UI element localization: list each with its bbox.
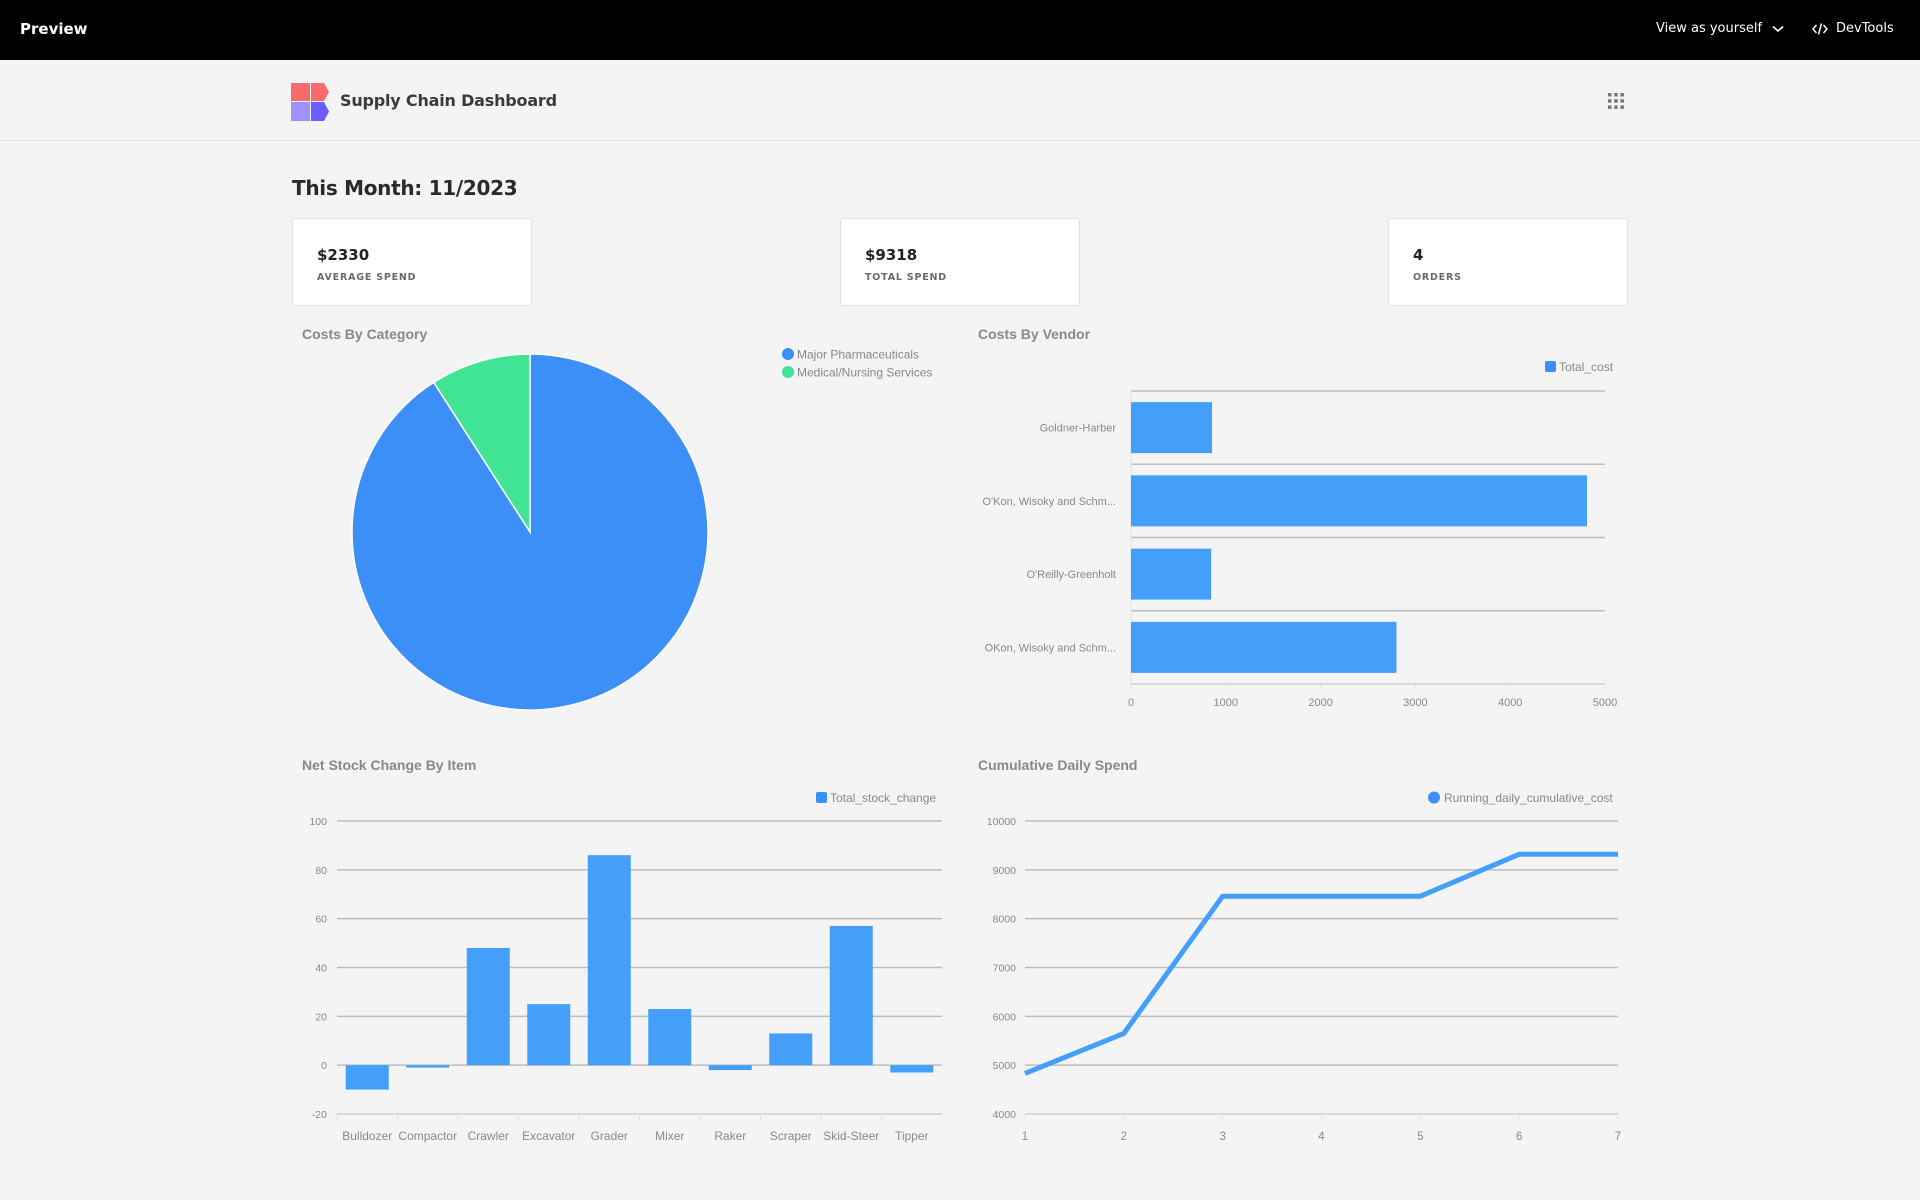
x-tick-label: 2000 bbox=[1308, 697, 1332, 709]
x-tick-label: 3 bbox=[1219, 1131, 1225, 1143]
bar bbox=[1131, 475, 1587, 527]
y-tick-label: OKon, Wisoky and Schm... bbox=[985, 642, 1116, 654]
bar bbox=[708, 1065, 752, 1071]
x-tick-label: Mixer bbox=[655, 1129, 684, 1143]
legend-label: Major Pharmaceuticals bbox=[797, 348, 919, 362]
y-tick-label: 4000 bbox=[993, 1109, 1017, 1121]
legend-swatch bbox=[782, 366, 794, 378]
y-tick-label: 20 bbox=[315, 1011, 327, 1023]
x-tick-label: Grader bbox=[591, 1129, 628, 1143]
y-tick-label: O'Reilly-Greenholt bbox=[1026, 569, 1116, 581]
y-tick-label: 7000 bbox=[993, 963, 1017, 975]
y-tick-label: 10000 bbox=[987, 816, 1016, 828]
bar bbox=[1131, 548, 1212, 600]
legend-swatch bbox=[782, 348, 794, 360]
x-tick-label: 6 bbox=[1516, 1131, 1522, 1143]
x-tick-label: 1 bbox=[1022, 1131, 1028, 1143]
legend-swatch bbox=[1545, 361, 1556, 372]
x-tick-label: 5 bbox=[1417, 1131, 1423, 1143]
bar bbox=[648, 1009, 692, 1066]
x-tick-label: Bulldozer bbox=[342, 1129, 392, 1143]
legend-swatch bbox=[1428, 791, 1440, 804]
bar bbox=[769, 1033, 813, 1066]
y-tick-label: 40 bbox=[315, 963, 327, 975]
x-tick-label: 0 bbox=[1128, 697, 1134, 709]
legend-label: Total_stock_change bbox=[830, 791, 936, 805]
legend-label: Total_cost bbox=[1559, 360, 1614, 374]
series-line bbox=[1024, 851, 1618, 1076]
bar bbox=[829, 925, 873, 1066]
bar bbox=[1131, 621, 1397, 673]
bar bbox=[1131, 402, 1213, 454]
x-tick-label: Compactor bbox=[398, 1129, 457, 1143]
y-tick-label: -20 bbox=[312, 1109, 327, 1121]
charts-canvas: Major Pharmaceuticals Medical/Nursing Ser… bbox=[309, 348, 1621, 1144]
x-tick-label: 7 bbox=[1615, 1131, 1621, 1143]
bar bbox=[406, 1065, 450, 1068]
y-tick-label: 8000 bbox=[993, 914, 1017, 926]
x-tick-label: 3000 bbox=[1403, 697, 1427, 709]
x-tick-label: Raker bbox=[714, 1129, 746, 1143]
legend-label: Medical/Nursing Services bbox=[797, 366, 932, 380]
y-tick-label: O'Kon, Wisoky and Schm... bbox=[982, 496, 1116, 508]
bar bbox=[345, 1065, 389, 1090]
bar bbox=[587, 855, 631, 1066]
y-tick-label: 60 bbox=[315, 914, 327, 926]
bar bbox=[466, 947, 510, 1066]
x-tick-label: Scraper bbox=[770, 1129, 812, 1143]
x-tick-label: Skid-Steer bbox=[823, 1129, 879, 1143]
bar bbox=[890, 1065, 934, 1073]
legend-swatch bbox=[816, 792, 827, 803]
x-tick-label: 1000 bbox=[1214, 697, 1238, 709]
x-tick-label: Tipper bbox=[895, 1129, 929, 1143]
x-tick-label: 2 bbox=[1121, 1131, 1127, 1143]
y-tick-label: 0 bbox=[321, 1060, 327, 1072]
y-tick-label: 5000 bbox=[993, 1060, 1017, 1072]
x-tick-label: 4000 bbox=[1498, 697, 1522, 709]
x-tick-label: Crawler bbox=[468, 1129, 509, 1143]
y-tick-label: 9000 bbox=[993, 865, 1017, 877]
bar bbox=[527, 1004, 571, 1066]
legend-label: Running_daily_cumulative_cost bbox=[1444, 791, 1613, 805]
x-tick-label: 5000 bbox=[1593, 697, 1617, 709]
y-tick-label: 80 bbox=[315, 865, 327, 877]
x-tick-label: Excavator bbox=[522, 1129, 575, 1143]
y-tick-label: 100 bbox=[309, 816, 327, 828]
y-tick-label: 6000 bbox=[993, 1011, 1017, 1023]
x-tick-label: 4 bbox=[1318, 1131, 1325, 1143]
y-tick-label: Goldner-Harber bbox=[1040, 423, 1117, 435]
